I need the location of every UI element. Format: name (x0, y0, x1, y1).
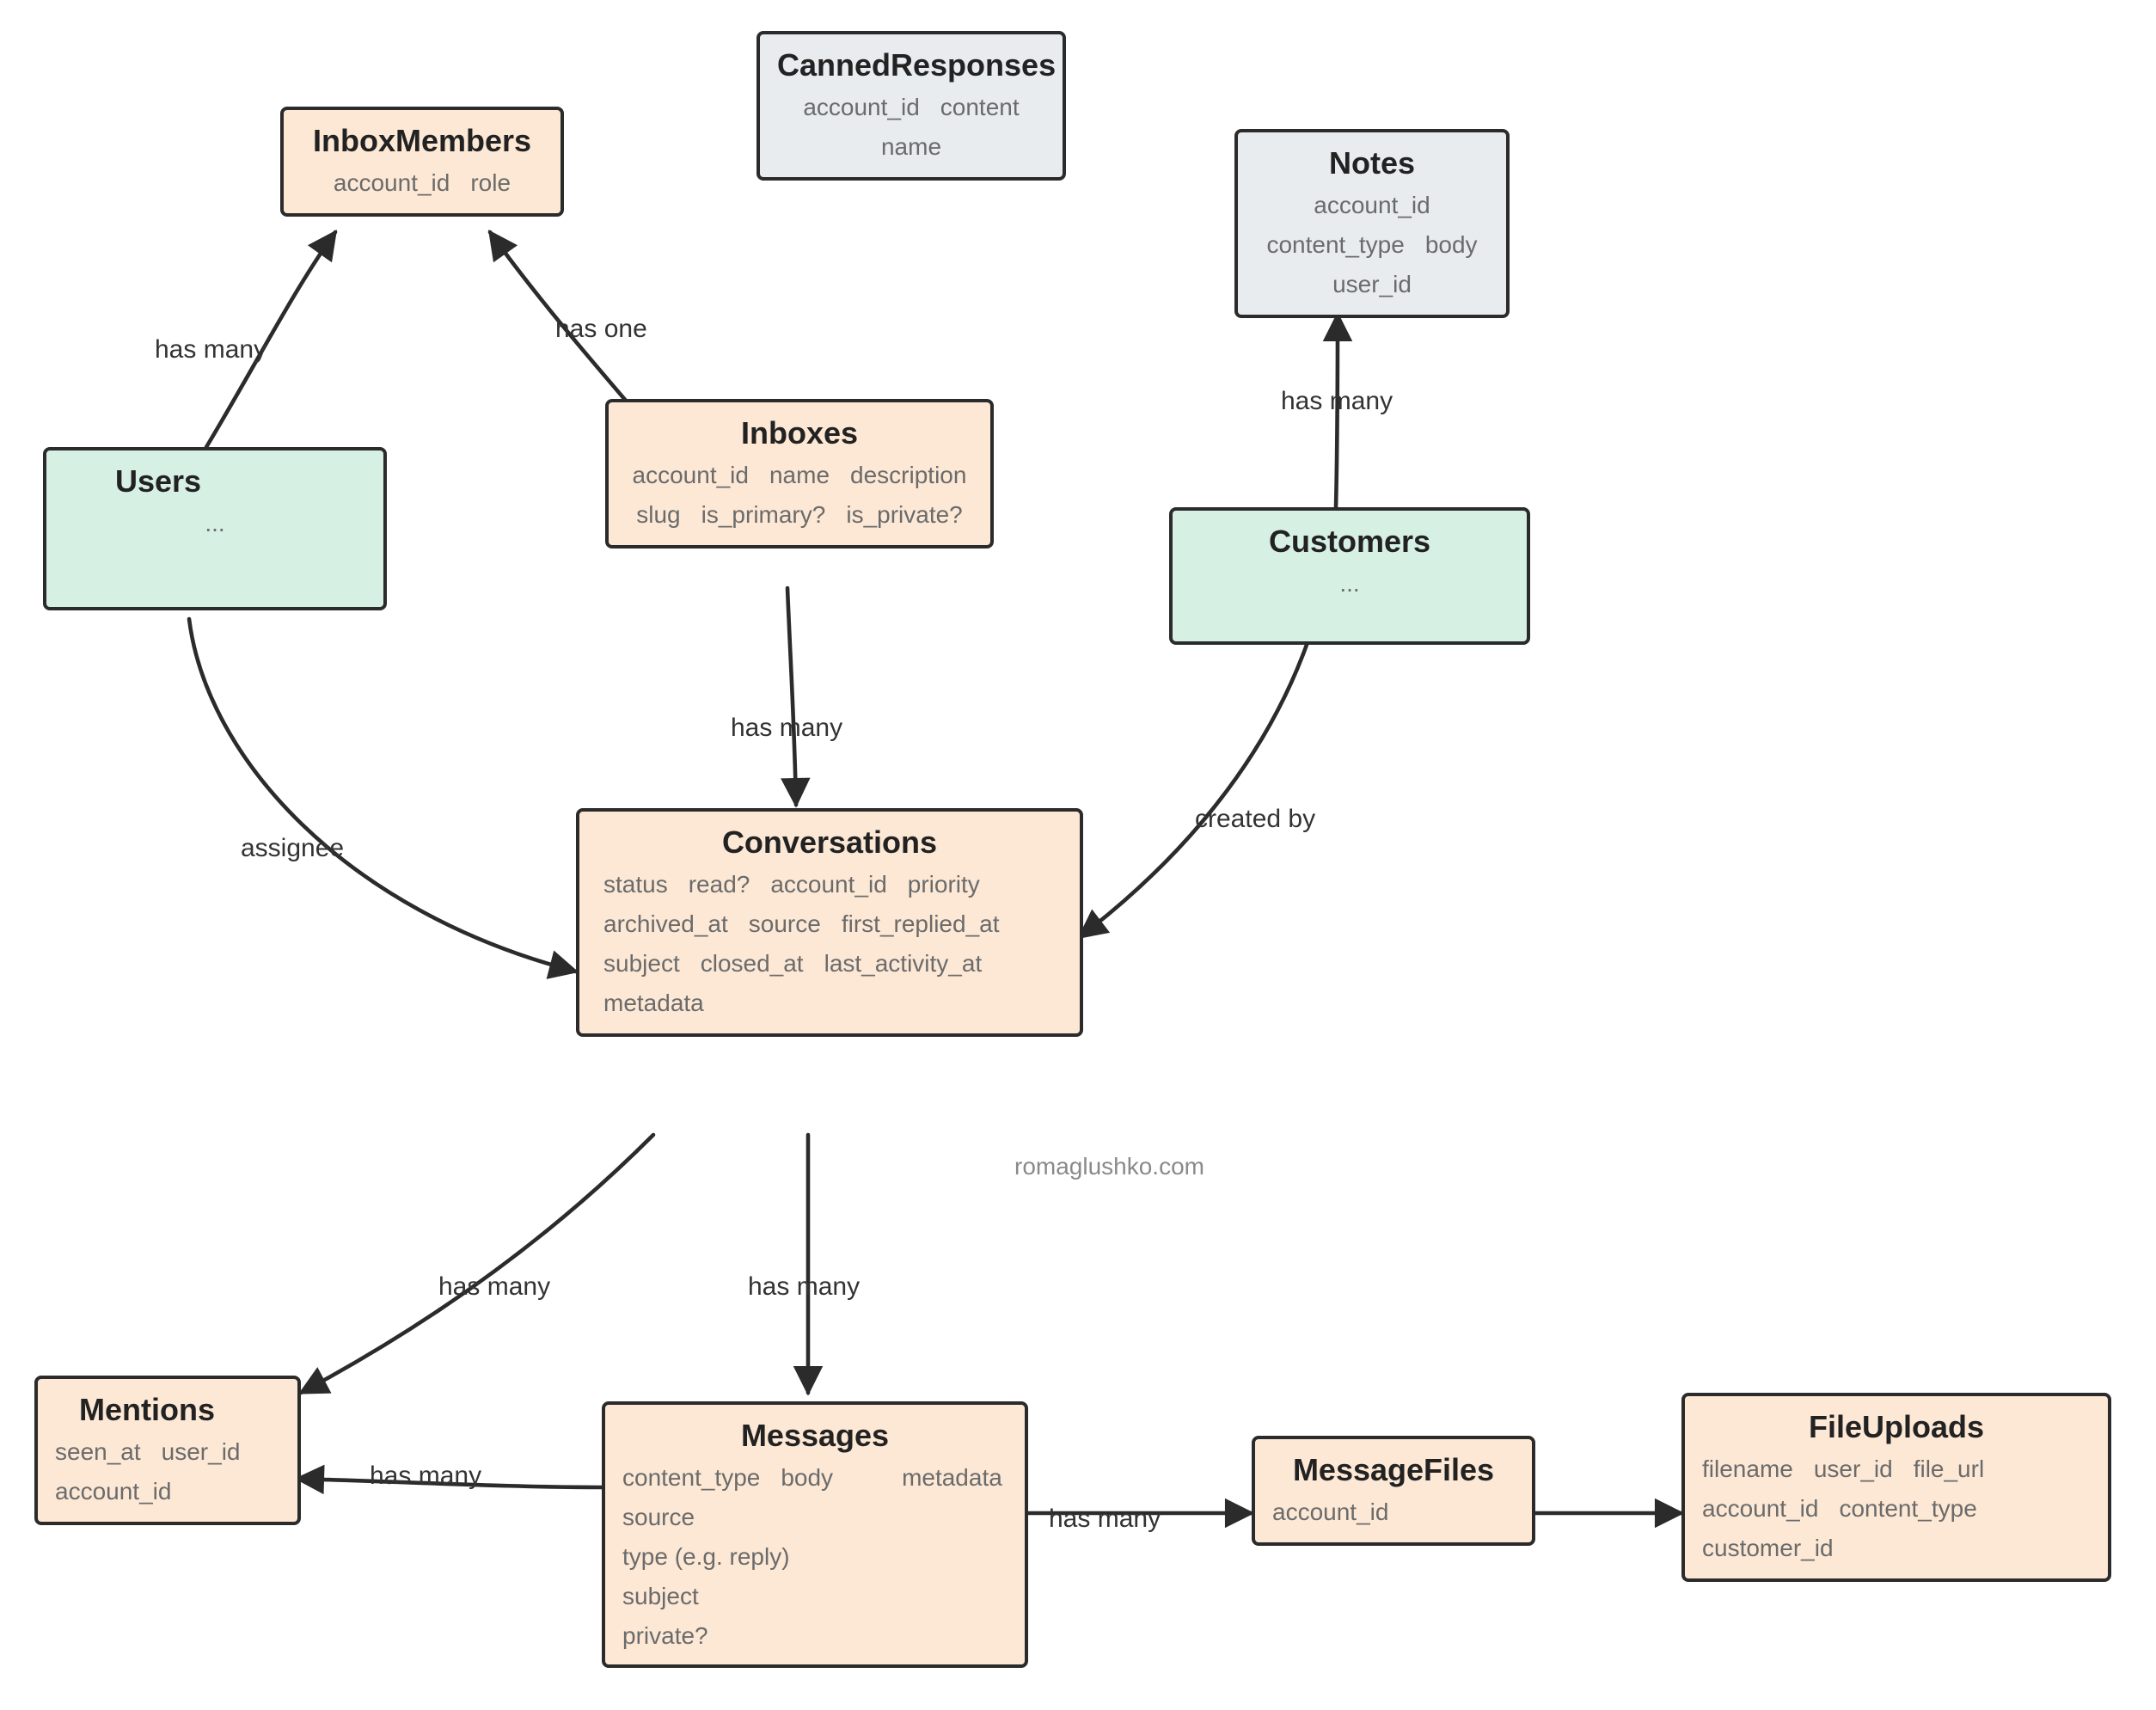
entity-cannedresponses: CannedResponses account_id content name (756, 31, 1066, 181)
entity-attrs: status read? account_id priority archive… (597, 868, 1063, 1019)
edge-customers-conversations: created by (1195, 805, 1315, 834)
entity-fileuploads: FileUploads filename user_id file_url ac… (1681, 1393, 2111, 1581)
entity-title: Notes (1255, 146, 1489, 182)
entity-notes: Notes account_id content_type body user_… (1234, 129, 1510, 317)
edge-messages-messagefiles: has many (1049, 1505, 1161, 1534)
entity-messages: Messages content_type body metadata sour… (602, 1401, 1028, 1669)
entity-title: Users (115, 464, 366, 500)
entity-attrs: ... (1190, 567, 1510, 600)
entity-attrs: account_id name description slug is_prim… (626, 459, 973, 531)
edge-conversations-mentions: has many (438, 1272, 550, 1302)
edge-inboxes-inboxmembers: has one (555, 315, 647, 344)
watermark: romaglushko.com (1014, 1152, 1204, 1180)
entity-attrs: account_id (1272, 1496, 1515, 1529)
entity-conversations: Conversations status read? account_id pr… (576, 808, 1083, 1036)
entity-attrs: ... (64, 507, 366, 540)
entity-title: Mentions (79, 1393, 280, 1429)
edge-messages-mentions: has many (370, 1462, 481, 1491)
entity-mentions: Mentions seen_at user_id account_id (34, 1376, 301, 1525)
edge-customers-notes: has many (1281, 387, 1393, 416)
entity-inboxmembers: InboxMembers account_id role (280, 107, 564, 217)
entity-attrs: content_type body metadata source type (… (622, 1462, 1008, 1652)
entity-attrs: account_id content_type body user_id (1255, 189, 1489, 300)
entity-title: InboxMembers (301, 124, 543, 160)
entity-attrs: seen_at user_id account_id (55, 1436, 280, 1508)
entity-title: CannedResponses (777, 48, 1045, 84)
entity-title: Customers (1190, 524, 1510, 561)
entity-title: Inboxes (626, 416, 973, 452)
entity-attrs: account_id role (301, 167, 543, 199)
entity-attrs: account_id content name (777, 91, 1045, 163)
entity-customers: Customers ... (1169, 507, 1530, 645)
edge-users-inboxmembers: has many (155, 335, 266, 365)
entity-title: Messages (622, 1419, 1008, 1455)
entity-title: MessageFiles (1272, 1453, 1515, 1489)
entity-title: FileUploads (1702, 1410, 2091, 1446)
edge-inboxes-conversations: has many (731, 714, 842, 743)
entity-title: Conversations (597, 825, 1063, 861)
entity-attrs: filename user_id file_url account_id con… (1702, 1453, 2091, 1564)
entity-users: Users ... (43, 447, 387, 610)
entity-inboxes: Inboxes account_id name description slug… (605, 399, 994, 549)
entity-messagefiles: MessageFiles account_id (1252, 1436, 1535, 1546)
edge-conversations-messages: has many (748, 1272, 860, 1302)
edge-users-conversations: assignee (241, 834, 344, 863)
